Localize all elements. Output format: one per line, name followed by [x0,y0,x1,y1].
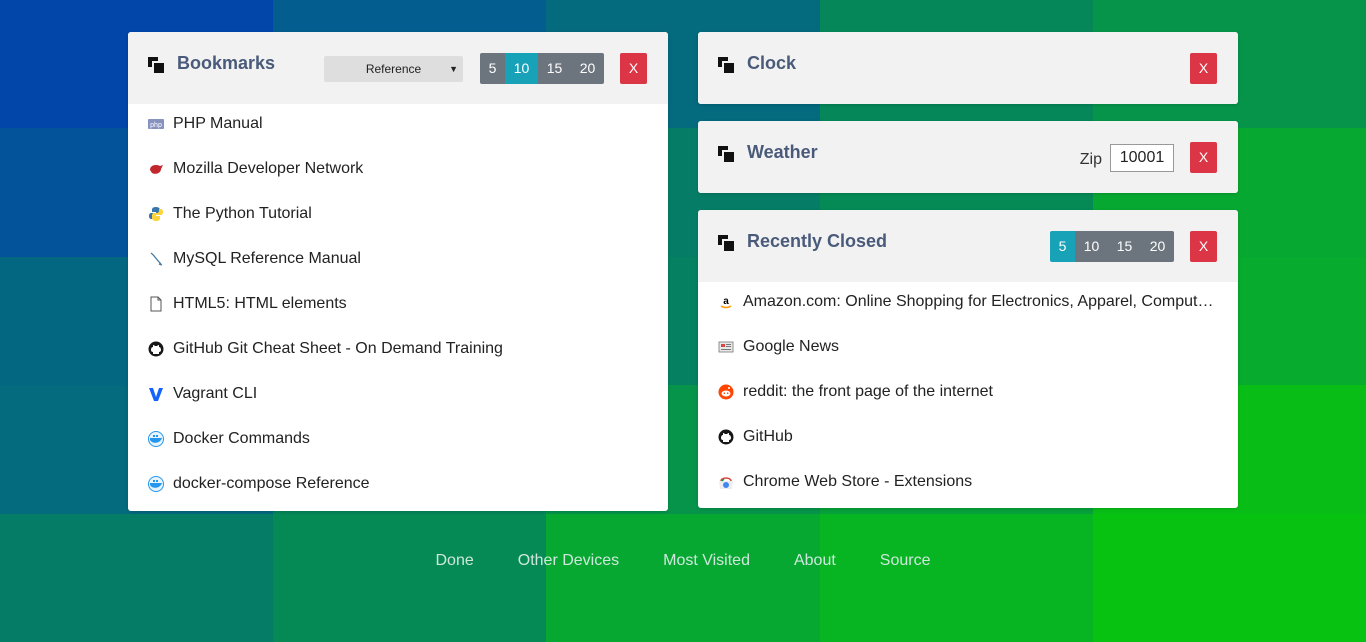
background-tile [0,513,275,642]
recently-closed-item-label: reddit: the front page of the internet [743,383,993,400]
recently-closed-item[interactable]: Chrome Web Store - Extensions [698,462,1238,507]
bookmark-item[interactable]: The Python Tutorial [128,194,668,239]
clock-title: Clock [747,53,797,73]
bookmark-folder-select-value: Reference [365,62,422,76]
bookmark-item[interactable]: php PHP Manual [128,104,668,149]
php-icon: php [148,119,164,129]
github-icon [718,429,734,445]
bookmark-item-label: PHP Manual [173,115,263,132]
bookmark-item-label: Vagrant CLI [173,385,258,402]
bookmark-item-label: Docker Commands [173,430,310,447]
footer-link-about[interactable]: About [794,552,836,570]
drag-handle-icon[interactable] [718,57,736,75]
drag-handle-icon[interactable] [718,146,736,164]
clock-close-button[interactable]: X [1190,53,1217,84]
footer-link-done[interactable]: Done [436,552,474,570]
recently-closed-count-15[interactable]: 15 [1108,231,1141,262]
recently-closed-item[interactable]: GitHub [698,417,1238,462]
bookmarks-title: Bookmarks [177,53,276,73]
recently-closed-list: a Amazon.com: Online Shopping for Electro… [698,282,1238,507]
recently-closed-item-label: Google News [743,338,840,355]
svg-text:a: a [723,296,729,307]
zip-label: Zip [1079,151,1102,168]
chrome-web-store-icon [719,477,733,489]
recently-closed-item[interactable]: Google News [698,327,1238,372]
recently-closed-count-5[interactable]: 5 [1050,231,1075,262]
document-icon [150,296,162,312]
docker-icon [148,431,164,447]
recently-closed-header: Recently Closed 5 10 15 20 X [698,210,1238,282]
recently-closed-item[interactable]: reddit: the front page of the internet [698,372,1238,417]
weather-title: Weather [747,142,818,162]
drag-handle-icon[interactable] [718,235,736,253]
vagrant-icon [149,388,163,401]
recently-closed-count-10[interactable]: 10 [1075,231,1108,262]
bookmark-item-label: The Python Tutorial [173,205,312,222]
reddit-icon [718,384,734,400]
recently-closed-widget: Recently Closed 5 10 15 20 X a Amazon.com… [698,210,1238,508]
github-icon [148,341,164,357]
zip-input[interactable] [1110,144,1174,172]
weather-header: Weather Zip X [698,121,1238,193]
bookmarks-count-20[interactable]: 20 [571,53,604,84]
recently-closed-count-20[interactable]: 20 [1141,231,1174,262]
footer-link-source[interactable]: Source [880,552,931,570]
recently-closed-item-label: Amazon.com: Online Shopping for Electron… [743,293,1238,310]
clock-header: Clock X [698,32,1238,104]
amazon-icon: a [720,296,732,309]
bookmarks-list: php PHP Manual Mozilla Developer Network Th… [128,104,668,509]
background-tile [819,513,1094,642]
background-tile [1092,513,1366,642]
recently-closed-close-button[interactable]: X [1190,231,1217,262]
weather-widget: Weather Zip X [698,121,1238,193]
bookmarks-close-button[interactable]: X [620,53,647,84]
bookmark-item-label: Mozilla Developer Network [173,160,364,177]
recently-closed-item-label: GitHub [743,428,793,445]
bookmark-item[interactable]: Mozilla Developer Network [128,149,668,194]
background-tile [273,513,548,642]
bookmarks-count-group: 5 10 15 20 [480,53,604,84]
bookmark-item[interactable]: Vagrant CLI [128,374,668,419]
bookmark-item[interactable]: GitHub Git Cheat Sheet - On Demand Train… [128,329,668,374]
recently-closed-item[interactable]: a Amazon.com: Online Shopping for Electro… [698,282,1238,327]
bookmarks-count-10[interactable]: 10 [505,53,538,84]
drag-handle-icon[interactable] [148,57,166,75]
bookmark-item-label: GitHub Git Cheat Sheet - On Demand Train… [173,340,503,357]
bookmark-item-label: HTML5: HTML elements [173,295,347,312]
footer-nav: Done Other Devices Most Visited About Source [0,552,1366,576]
bookmarks-widget: Bookmarks Reference ▼ 5 10 15 20 X php PH… [128,32,668,511]
recently-closed-item-label: Chrome Web Store - Extensions [743,473,973,490]
docker-icon [148,476,164,492]
dropdown-arrow-icon: ▼ [449,64,458,74]
mysql-dolphin-icon [150,252,163,266]
background-tile [546,513,821,642]
weather-close-button[interactable]: X [1190,142,1217,173]
bookmark-item[interactable]: MySQL Reference Manual [128,239,668,284]
bookmark-item-label: docker-compose Reference [173,475,370,492]
bookmark-item[interactable]: Docker Commands [128,419,668,464]
python-icon [149,207,163,221]
bookmark-item[interactable]: HTML5: HTML elements [128,284,668,329]
bookmark-item[interactable]: docker-compose Reference [128,464,668,509]
footer-link-most-visited[interactable]: Most Visited [663,552,750,570]
news-icon [718,341,734,353]
bookmarks-count-15[interactable]: 15 [538,53,571,84]
bookmark-folder-select[interactable]: Reference ▼ [324,56,463,82]
bookmarks-header: Bookmarks Reference ▼ 5 10 15 20 X [128,32,668,104]
recently-closed-title: Recently Closed [747,231,888,251]
bookmarks-count-5[interactable]: 5 [480,53,505,84]
mozilla-dino-icon [150,165,163,174]
recently-closed-count-group: 5 10 15 20 [1050,231,1174,262]
footer-link-other-devices[interactable]: Other Devices [518,552,619,570]
bookmark-item-label: MySQL Reference Manual [173,250,361,267]
svg-text:php: php [150,122,162,129]
clock-widget: Clock X [698,32,1238,104]
